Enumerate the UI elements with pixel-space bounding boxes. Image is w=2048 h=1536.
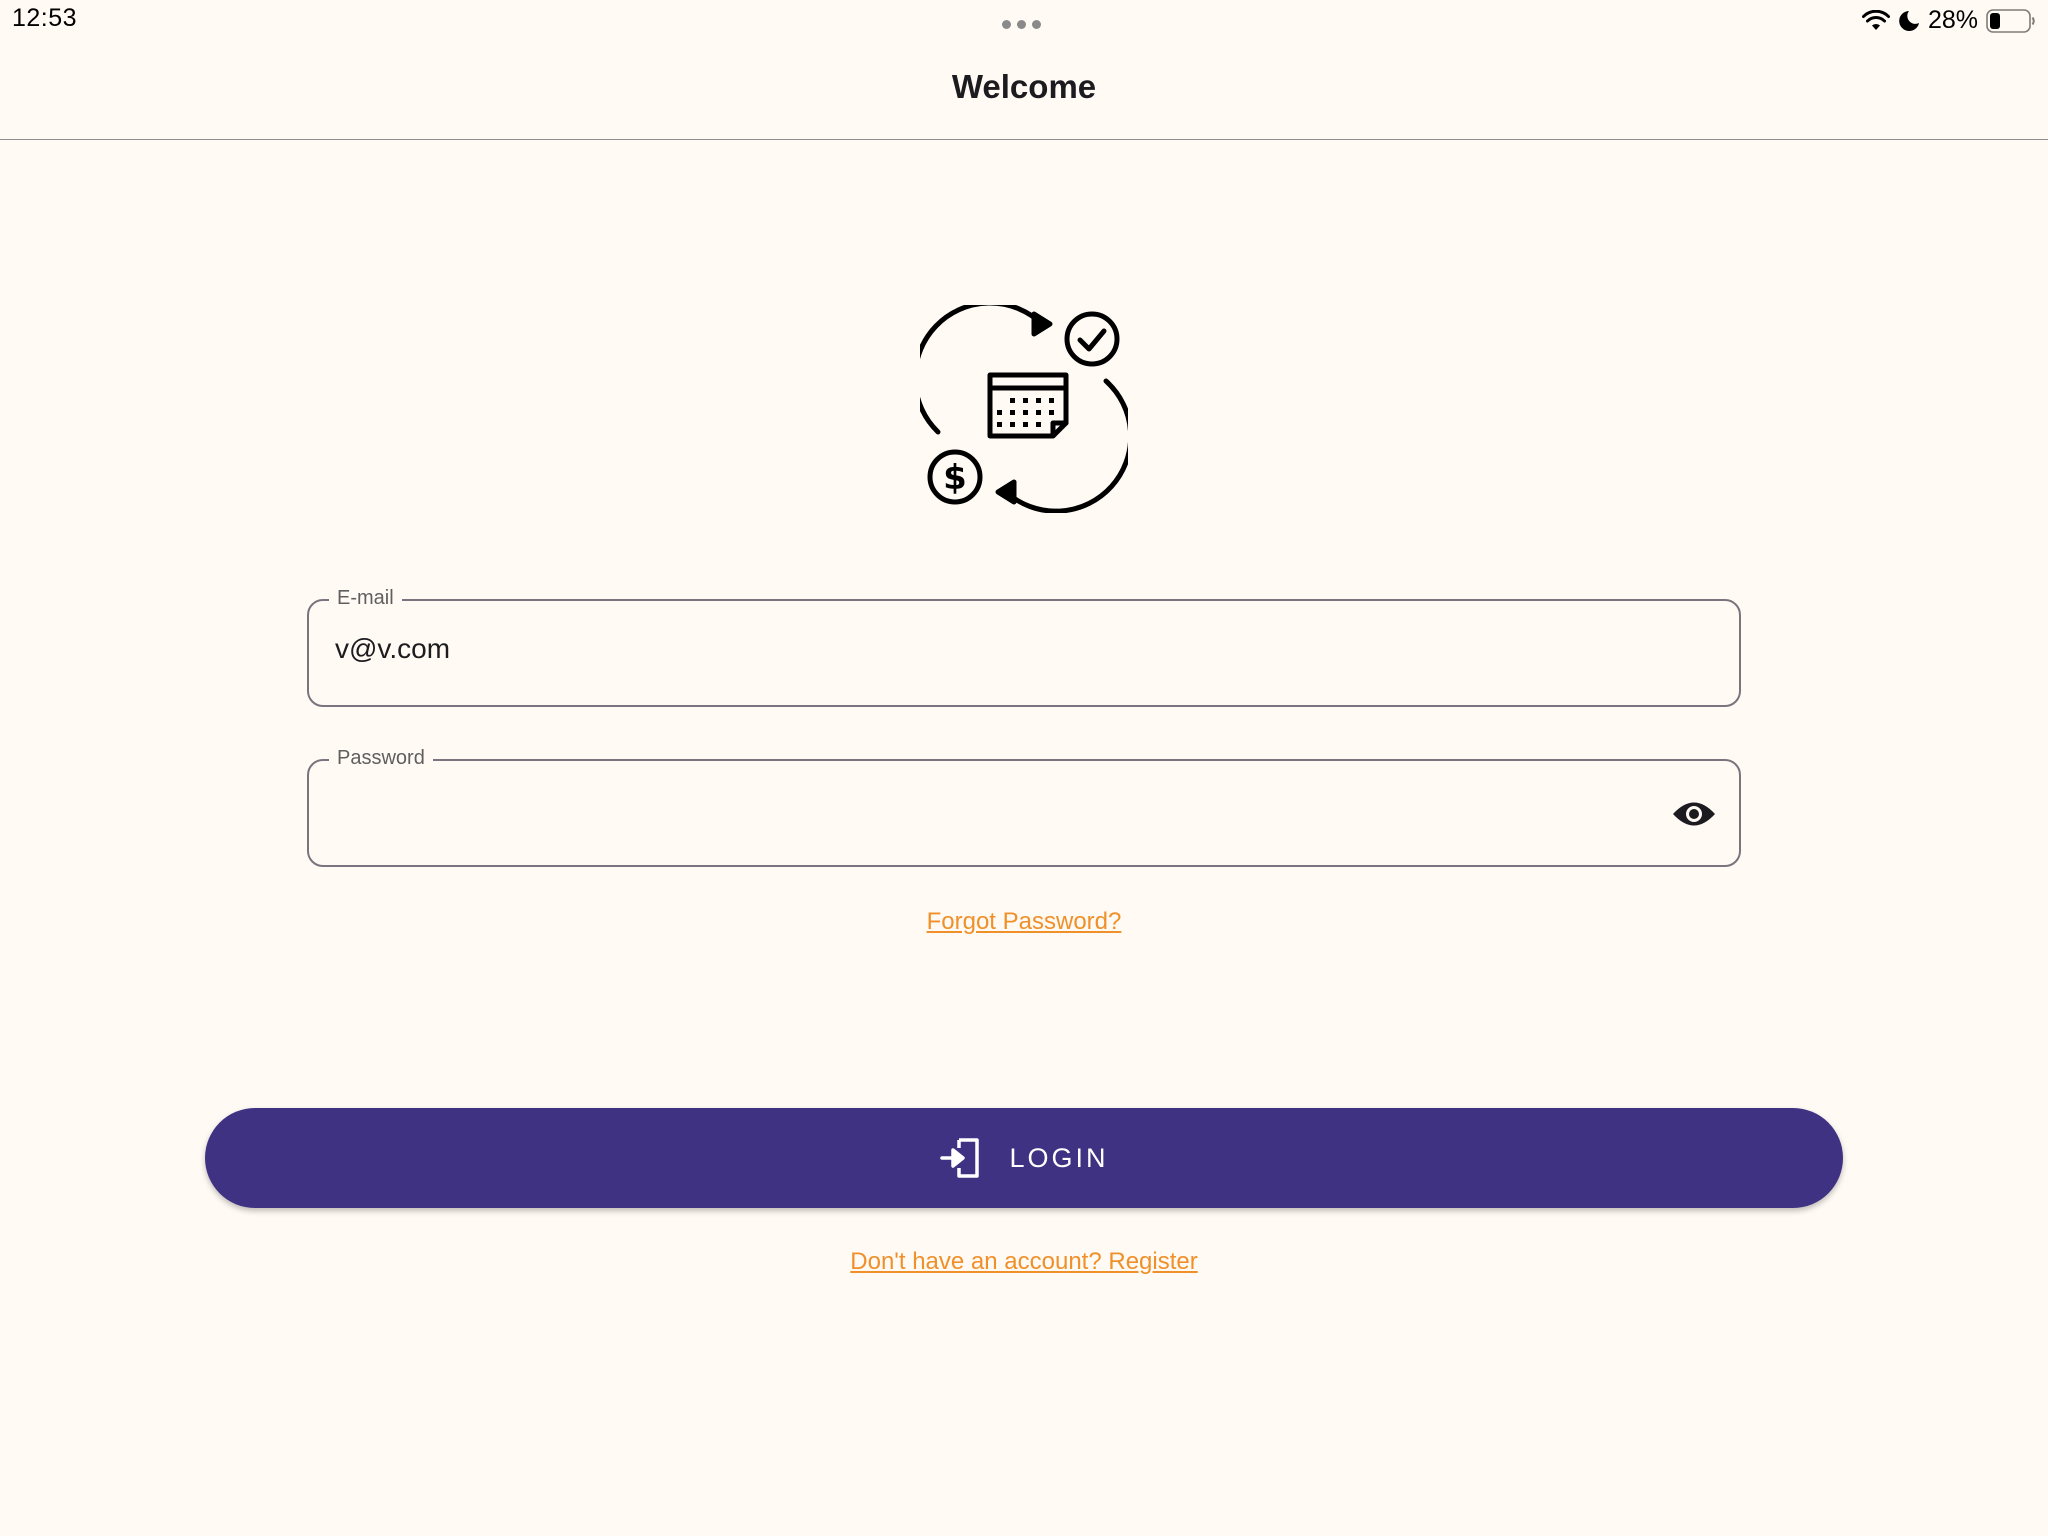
login-button[interactable]: LOGIN (205, 1108, 1843, 1208)
forgot-password-link[interactable]: Forgot Password? (0, 908, 2048, 936)
app-bar-divider (0, 139, 2048, 140)
email-input[interactable] (335, 633, 1635, 665)
svg-text:$: $ (943, 458, 967, 498)
status-indicators: 28% (1861, 6, 2036, 35)
multitasking-dots-icon[interactable] (1002, 20, 1041, 29)
register-link[interactable]: Don't have an account? Register (0, 1248, 2048, 1276)
login-button-label: LOGIN (1009, 1142, 1109, 1173)
status-time: 12:53 (12, 4, 78, 32)
wifi-icon (1861, 9, 1890, 30)
login-screen: 12:53 28% Welcome $ E-mail v@v.com Passw… (0, 0, 2048, 1536)
email-field[interactable]: E-mail (307, 585, 1741, 707)
email-field-label: E-mail (329, 585, 402, 611)
page-title: Welcome (951, 68, 1097, 105)
calendar-payment-cycle-icon: $ (920, 305, 1128, 513)
moon-icon (1899, 10, 1919, 31)
login-icon (940, 1138, 980, 1178)
battery-percent: 28% (1927, 6, 1978, 34)
battery-icon (1986, 8, 2035, 33)
eye-icon[interactable] (1671, 795, 1717, 833)
password-field[interactable]: Password (307, 745, 1741, 867)
password-field-label: Password (329, 745, 433, 771)
password-input[interactable] (335, 793, 1635, 825)
